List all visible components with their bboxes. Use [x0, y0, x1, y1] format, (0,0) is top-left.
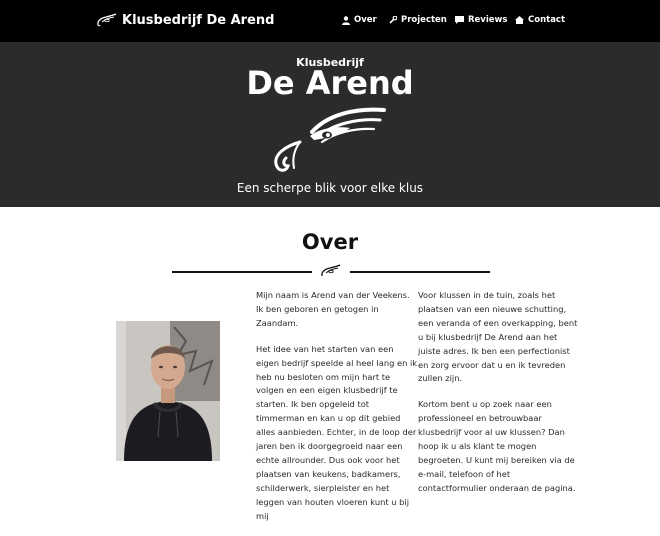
nav-projecten-label: Projecten — [401, 15, 447, 25]
section-divider — [172, 264, 490, 278]
eagle-divider-icon — [321, 264, 341, 277]
nav-reviews-label: Reviews — [468, 15, 508, 25]
about-column-right: Voor klussen in de tuin, zoals het plaat… — [418, 289, 580, 508]
brand-link[interactable]: Klusbedrijf De Arend — [95, 10, 274, 30]
about-paragraph: Kortom bent u op zoek naar een professio… — [418, 399, 576, 493]
nav-projecten[interactable]: Projecten — [389, 12, 447, 28]
hero-tagline: Een scherpe blik voor elke klus — [236, 181, 424, 195]
about-paragraph: Voor klussen in de tuin, zoals het plaat… — [418, 290, 578, 384]
brand-name: Klusbedrijf De Arend — [122, 12, 275, 28]
hero-title: De Arend — [246, 64, 414, 102]
hero-banner: Klusbedrijf De Arend Een scherpe blik vo… — [0, 42, 660, 207]
divider-line-right — [350, 271, 490, 273]
nav-contact-label: Contact — [528, 15, 566, 25]
eagle-logo-icon — [97, 13, 117, 27]
user-icon — [342, 15, 350, 25]
eagle-head-logo — [274, 107, 386, 172]
divider-line-left — [172, 271, 312, 273]
nav-over-label: Over — [354, 15, 377, 25]
portrait-photo — [116, 321, 220, 461]
wrench-icon — [389, 16, 397, 24]
navbar: Klusbedrijf De Arend Over Projecten Revi… — [0, 0, 660, 42]
comment-icon — [455, 16, 464, 24]
nav-over[interactable]: Over — [342, 12, 377, 28]
about-paragraph: Het idee van het starten van een eigen b… — [256, 343, 418, 521]
nav-contact[interactable]: Contact — [515, 12, 565, 28]
home-icon — [515, 16, 524, 24]
about-column-left: Mijn naam is Arend van der Veekens. Ik b… — [256, 289, 418, 536]
about-paragraph: Mijn naam is Arend van der Veekens. Ik b… — [256, 290, 410, 328]
nav-reviews[interactable]: Reviews — [455, 12, 507, 28]
about-title: Over — [301, 230, 359, 254]
